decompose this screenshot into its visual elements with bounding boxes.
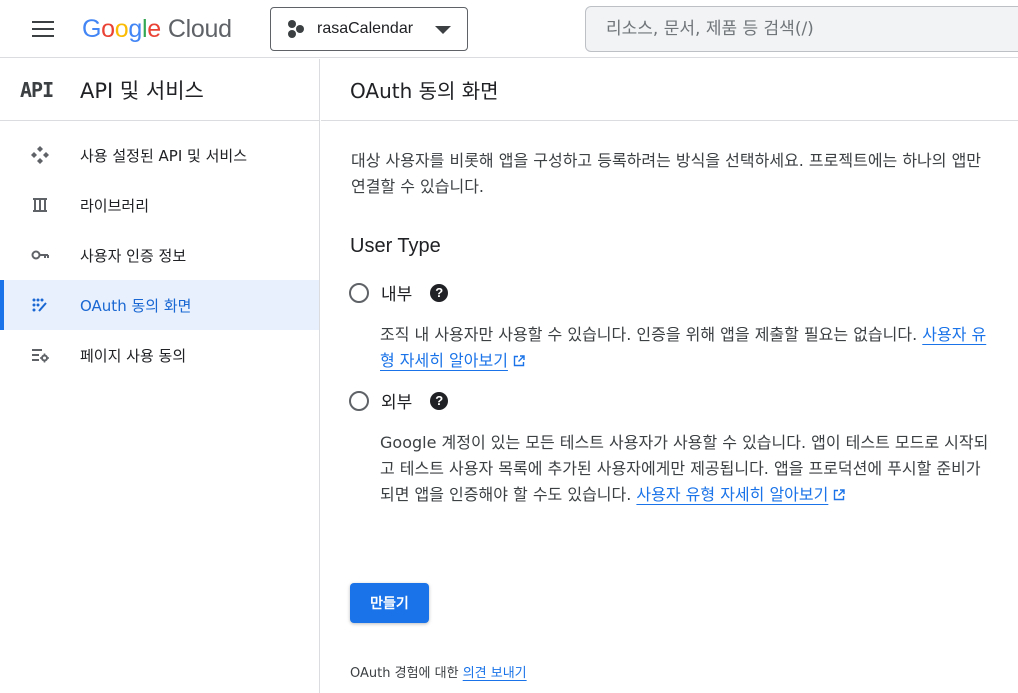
- oauth-consent-icon: [30, 295, 50, 315]
- sidebar-item-label: 페이지 사용 동의: [80, 346, 187, 365]
- logo-letter: g: [128, 14, 142, 43]
- cloud-wordmark: Cloud: [167, 14, 232, 43]
- sidebar-nav: 사용 설정된 API 및 서비스 라이브러리 사용자 인증 정보 OAuth 동…: [0, 121, 319, 380]
- page-title: OAuth 동의 화면: [350, 79, 499, 103]
- internal-label: 내부: [381, 285, 413, 305]
- sidebar-item-library[interactable]: 라이브러리: [0, 180, 319, 230]
- project-name: rasaCalendar: [317, 20, 414, 37]
- logo-letter: e: [147, 14, 161, 43]
- sidebar-item-oauth-consent[interactable]: OAuth 동의 화면: [0, 280, 319, 330]
- external-learn-more-link[interactable]: 사용자 유형 자세히 알아보기: [636, 485, 846, 504]
- radio-option-internal[interactable]: 내부 ?: [349, 280, 449, 305]
- key-icon: [30, 245, 50, 265]
- internal-description: 조직 내 사용자만 사용할 수 있습니다. 인증을 위해 앱을 제출할 필요는 …: [380, 322, 990, 374]
- page-header: OAuth 동의 화면: [321, 59, 1018, 121]
- radio-option-external[interactable]: 외부 ?: [349, 388, 449, 413]
- sidebar-item-enabled-apis[interactable]: 사용 설정된 API 및 서비스: [0, 130, 319, 180]
- api-badge-icon: API: [20, 77, 54, 102]
- logo-letter: o: [101, 14, 115, 43]
- top-bar: Google Cloud rasaCalendar: [0, 0, 1018, 58]
- sidebar-item-credentials[interactable]: 사용자 인증 정보: [0, 230, 319, 280]
- user-type-heading: User Type: [350, 235, 441, 257]
- help-icon[interactable]: ?: [430, 391, 449, 410]
- sidebar-item-label: 라이브러리: [80, 196, 150, 215]
- logo-letter: G: [82, 14, 102, 43]
- main-menu-button[interactable]: [28, 16, 58, 42]
- sidebar: API API 및 서비스 사용 설정된 API 및 서비스 라이브러리 사용자…: [0, 59, 320, 693]
- sidebar-item-label: OAuth 동의 화면: [80, 296, 192, 315]
- page-usage-agreement-icon: [30, 345, 50, 365]
- sidebar-item-label: 사용자 인증 정보: [80, 246, 187, 265]
- intro-text: 대상 사용자를 비롯해 앱을 구성하고 등록하려는 방식을 선택하세요. 프로젝…: [351, 151, 982, 196]
- external-link-icon: [834, 489, 846, 501]
- internal-radio[interactable]: [349, 282, 369, 303]
- search-input[interactable]: [606, 19, 986, 39]
- search-bar[interactable]: [585, 6, 1018, 52]
- external-label: 외부: [381, 393, 413, 413]
- project-selector[interactable]: rasaCalendar: [270, 7, 468, 51]
- feedback-text: OAuth 경험에 대한: [350, 666, 459, 681]
- main-content: OAuth 동의 화면 대상 사용자를 비롯해 앱을 구성하고 등록하려는 방식…: [321, 59, 1018, 693]
- send-feedback-link[interactable]: 의견 보내기: [463, 666, 527, 681]
- sidebar-title: API 및 서비스: [80, 78, 204, 103]
- sidebar-header: API API 및 서비스: [0, 59, 319, 121]
- help-icon[interactable]: ?: [430, 283, 449, 302]
- internal-description-text: 조직 내 사용자만 사용할 수 있습니다. 인증을 위해 앱을 제출할 필요는 …: [380, 325, 918, 344]
- feedback-line: OAuth 경험에 대한 의견 보내기: [350, 662, 527, 681]
- create-button[interactable]: 만들기: [350, 583, 429, 623]
- chevron-down-icon: [435, 26, 451, 34]
- sidebar-item-page-usage-agreement[interactable]: 페이지 사용 동의: [0, 330, 319, 380]
- logo-letter: o: [114, 14, 129, 43]
- learn-more-label: 사용자 유형 자세히 알아보기: [636, 485, 829, 504]
- enabled-apis-icon: [30, 145, 50, 165]
- google-cloud-logo[interactable]: Google Cloud: [82, 11, 232, 47]
- project-icon: [287, 19, 307, 39]
- external-radio[interactable]: [349, 390, 369, 411]
- library-icon: [30, 195, 50, 215]
- sidebar-item-label: 사용 설정된 API 및 서비스: [80, 146, 248, 165]
- external-link-icon: [513, 355, 525, 367]
- google-wordmark: Google: [82, 15, 161, 44]
- external-description: Google 계정이 있는 모든 테스트 사용자가 사용할 수 있습니다. 앱이…: [380, 430, 990, 508]
